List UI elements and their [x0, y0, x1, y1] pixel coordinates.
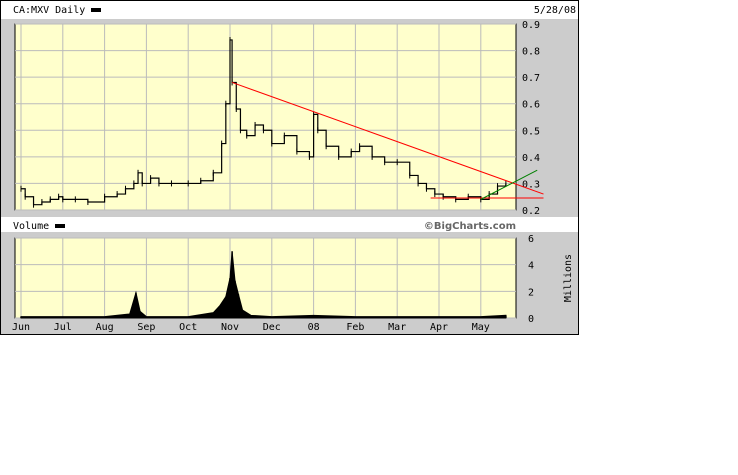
x-tick-label: Nov — [221, 322, 239, 333]
price-volume-chart: CA:MXV Daily 5/28/08 0.2 0.3 0.4 0.5 0.6 0.7 0… — [0, 0, 579, 335]
x-tick-label: May — [472, 322, 490, 333]
price-y-tick-label: 0.4 — [522, 153, 540, 164]
x-tick-label: Jul — [54, 322, 72, 333]
price-y-tick-label: 0.2 — [522, 206, 540, 217]
x-tick-label: Mar — [388, 322, 406, 333]
x-tick-label: Dec — [263, 322, 281, 333]
chart-date: 5/28/08 — [534, 5, 576, 16]
bigcharts-watermark: ©BigCharts.com — [424, 221, 516, 232]
x-tick-label: 08 — [308, 322, 320, 333]
volume-unit-label: Millions — [563, 254, 574, 302]
x-tick-label: Feb — [346, 322, 364, 333]
price-y-tick-label: 0.3 — [522, 179, 540, 190]
header-bar — [1, 1, 578, 19]
volume-y-tick-label: 6 — [528, 234, 534, 245]
price-y-tick-label: 0.6 — [522, 100, 540, 111]
price-y-tick-label: 0.8 — [522, 47, 540, 58]
volume-label: Volume — [13, 221, 49, 232]
x-tick-label: Aug — [96, 322, 114, 333]
chart-container: CA:MXV Daily 5/28/08 0.2 0.3 0.4 0.5 0.6 0.7 0… — [0, 0, 580, 336]
x-tick-label: Sep — [137, 322, 155, 333]
price-y-tick-label: 0.5 — [522, 126, 540, 137]
price-y-tick-label: 0.7 — [522, 73, 540, 84]
price-y-tick-label: 0.9 — [522, 20, 540, 31]
symbol-label: CA:MXV Daily — [13, 5, 85, 16]
x-tick-label: Oct — [179, 322, 197, 333]
volume-y-tick-label: 2 — [528, 287, 534, 298]
x-tick-label: Apr — [430, 322, 448, 333]
volume-y-tick-label: 4 — [528, 261, 534, 272]
volume-panel — [14, 237, 517, 319]
volume-y-tick-label: 0 — [528, 314, 534, 325]
price-panel — [14, 23, 517, 211]
x-tick-label: Jun — [12, 322, 30, 333]
volume-legend-swatch — [55, 224, 65, 228]
price-legend-swatch — [91, 8, 101, 12]
